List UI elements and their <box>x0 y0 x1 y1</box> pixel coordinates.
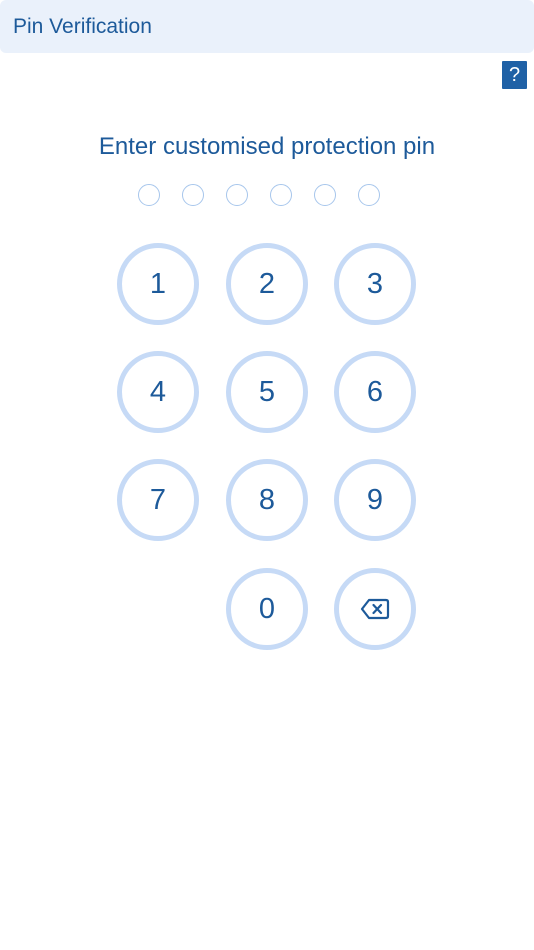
pin-dot <box>358 184 380 206</box>
backspace-button[interactable] <box>334 568 416 650</box>
pin-indicator <box>138 184 388 210</box>
pin-prompt: Enter customised protection pin <box>98 133 436 160</box>
backspace-icon <box>360 598 390 620</box>
key-8[interactable]: 8 <box>226 459 308 541</box>
header-bar: Pin Verification <box>0 0 534 53</box>
key-9[interactable]: 9 <box>334 459 416 541</box>
key-7[interactable]: 7 <box>117 459 199 541</box>
key-5[interactable]: 5 <box>226 351 308 433</box>
page-title: Pin Verification <box>13 15 152 38</box>
key-4[interactable]: 4 <box>117 351 199 433</box>
pin-dot <box>182 184 204 206</box>
key-6[interactable]: 6 <box>334 351 416 433</box>
key-2[interactable]: 2 <box>226 243 308 325</box>
key-3[interactable]: 3 <box>334 243 416 325</box>
key-1[interactable]: 1 <box>117 243 199 325</box>
pin-dot <box>270 184 292 206</box>
pin-dot <box>314 184 336 206</box>
pin-verification-screen: Pin Verification ? Enter customised prot… <box>0 0 534 950</box>
pin-dot <box>138 184 160 206</box>
pin-dot <box>226 184 248 206</box>
help-button[interactable]: ? <box>502 61 527 89</box>
key-0[interactable]: 0 <box>226 568 308 650</box>
